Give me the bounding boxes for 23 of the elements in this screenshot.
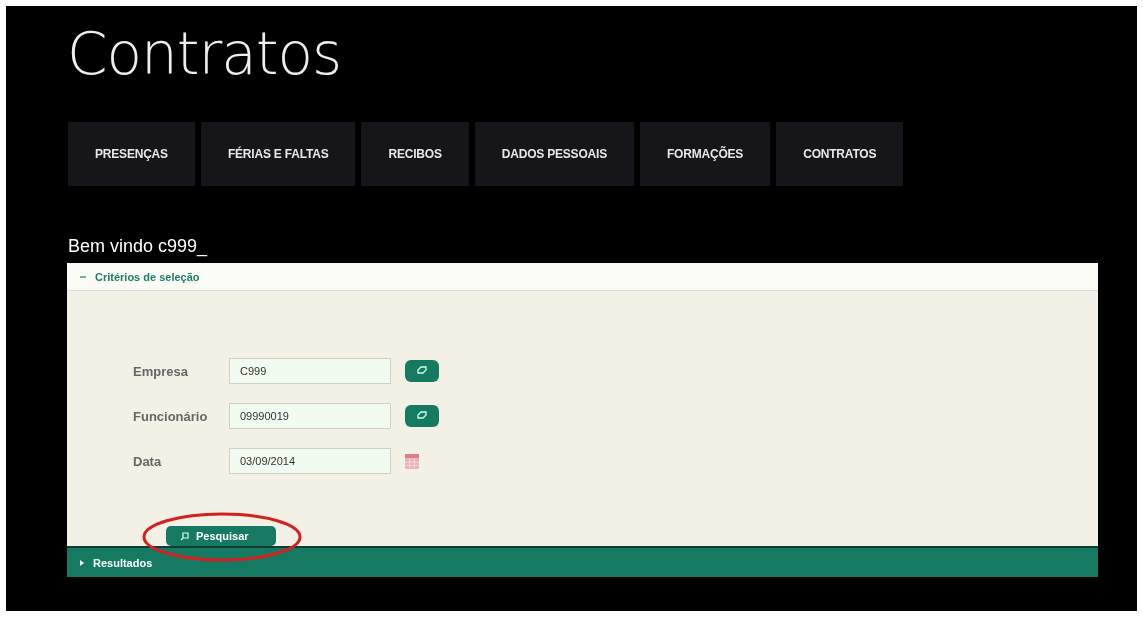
lookup-button[interactable] (405, 360, 439, 382)
field-label: Empresa (133, 363, 189, 379)
input-field[interactable]: 03/09/2014 (229, 448, 391, 474)
calendar-icon[interactable] (405, 453, 419, 469)
nav-tab[interactable]: FÉRIAS E FALTAS (200, 122, 356, 186)
nav-tab[interactable]: DADOS PESSOAIS (474, 122, 634, 186)
field-label: Funcionário (133, 408, 209, 424)
nav-tab[interactable]: RECIBOS (361, 122, 469, 186)
nav-tab[interactable]: FORMAÇÕES (639, 122, 771, 186)
welcome-text: Bem vindo c999_ (68, 236, 209, 258)
nav-tab[interactable]: CONTRATOS (776, 122, 904, 186)
field-label: Data (133, 453, 163, 469)
results-header[interactable]: Resultados (67, 546, 1098, 577)
search-icon (180, 531, 190, 541)
search-button[interactable]: Pesquisar (166, 526, 276, 546)
input-field[interactable]: 09990019 (229, 403, 391, 429)
lookup-button[interactable] (405, 405, 439, 427)
collapse-icon[interactable] (79, 273, 87, 280)
input-field[interactable]: C999 (229, 358, 391, 384)
page-title: Contratos (67, 19, 343, 90)
nav-tab[interactable]: PRESENÇAS (68, 122, 195, 186)
expand-icon[interactable] (79, 558, 85, 567)
criteria-header[interactable]: Critérios de seleção (67, 263, 1098, 291)
